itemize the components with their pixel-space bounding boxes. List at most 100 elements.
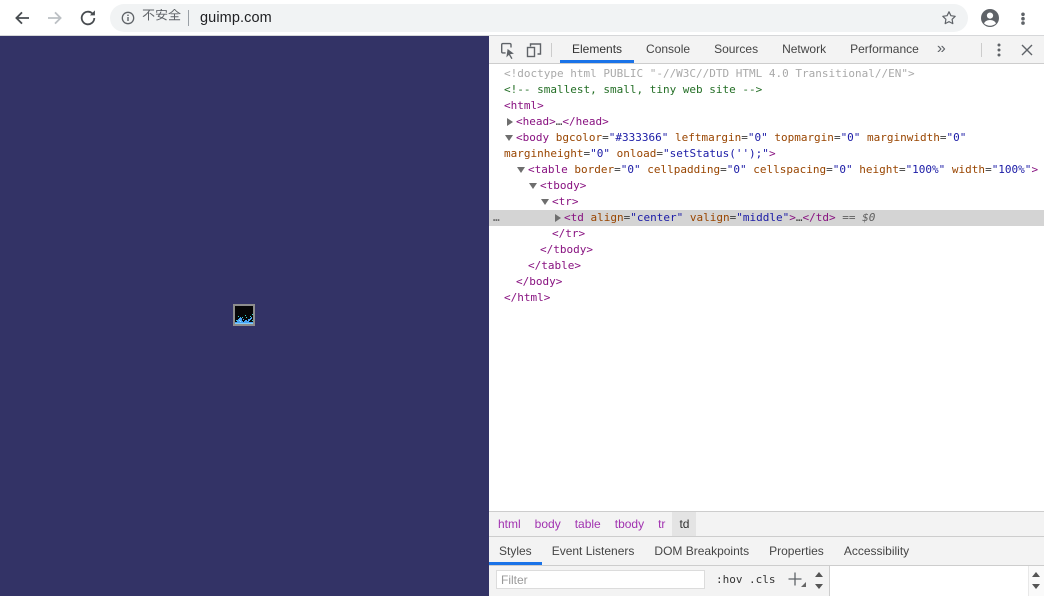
scroll-up-arrow-icon[interactable] <box>1032 572 1040 577</box>
sidebar-tab-styles[interactable]: Styles <box>489 537 542 565</box>
dom-node-text: "0" <box>620 163 641 176</box>
styles-filter-input[interactable] <box>496 570 705 589</box>
devtools-tab-sources[interactable]: Sources <box>702 36 770 63</box>
dom-tree-row-selected[interactable]: … <td align="center" valign="middle">…</t… <box>489 210 1044 226</box>
sidebar-tabs: Styles Event Listeners DOM Breakpoints Prop… <box>489 537 1044 566</box>
dom-node-text: </tbody> <box>540 243 593 256</box>
breadcrumb-item-td[interactable]: td <box>672 512 697 536</box>
dom-tree-row[interactable]: <table border="0" cellpadding="0" cellsp… <box>489 162 1044 178</box>
scrollbar[interactable] <box>1028 566 1044 596</box>
breadcrumb-item-tbody[interactable]: tbody <box>608 512 651 536</box>
dom-node-text: cellspacing <box>746 163 827 176</box>
scroll-up-arrow-icon[interactable] <box>815 572 823 577</box>
dom-node-text: == $0 <box>835 211 876 224</box>
info-icon[interactable] <box>121 11 135 25</box>
devtools-close-button[interactable] <box>1018 41 1036 59</box>
devtools-tabs: Elements Console Sources Network Performance… <box>560 36 952 63</box>
collapse-arrow-icon[interactable] <box>505 135 513 141</box>
node-options-ellipsis[interactable]: … <box>493 210 500 226</box>
url-bar[interactable]: guimp.com <box>110 4 968 32</box>
sidebar-tab-event-listeners[interactable]: Event Listeners <box>542 537 645 565</box>
dom-node-text: cellpadding <box>640 163 721 176</box>
dom-node-text: </tr> <box>552 227 586 240</box>
reload-button[interactable] <box>78 8 98 28</box>
dom-node-text: border <box>567 163 615 176</box>
sidebar-tab-properties[interactable]: Properties <box>759 537 834 565</box>
dom-tree-row[interactable]: <head>…</head> <box>489 114 1044 130</box>
browser-menu-button[interactable] <box>1015 8 1031 28</box>
page-viewport[interactable] <box>0 36 489 596</box>
dom-node-text: <td <box>564 211 584 224</box>
dom-node-text: </table> <box>528 259 581 272</box>
devtools-menu-button[interactable] <box>990 41 1008 59</box>
devtools-tab-network[interactable]: Network <box>770 36 838 63</box>
forward-button[interactable] <box>45 8 65 28</box>
dom-tree-row[interactable]: <tr> <box>489 194 1044 210</box>
sidebar-tab-dom-breakpoints[interactable]: DOM Breakpoints <box>644 537 759 565</box>
scroll-down-arrow-icon[interactable] <box>1032 584 1040 589</box>
long-press-indicator <box>801 582 806 587</box>
dom-node-text: = <box>741 131 748 144</box>
dom-node-text: leftmargin <box>668 131 742 144</box>
kebab-menu-icon <box>1021 12 1025 25</box>
sidebar-tab-accessibility[interactable]: Accessibility <box>834 537 919 565</box>
dom-node-text: onload <box>609 147 657 160</box>
dom-node-text: <body <box>516 131 550 144</box>
bookmark-star-button[interactable] <box>941 10 957 26</box>
collapse-arrow-icon[interactable] <box>529 183 537 189</box>
dom-node-text: <tr> <box>552 195 579 208</box>
dom-tree-row[interactable]: </tr> <box>489 226 1044 242</box>
star-icon <box>942 11 956 25</box>
url-separator <box>188 10 189 26</box>
dom-tree-row[interactable]: </body> <box>489 274 1044 290</box>
devtools-tab-elements[interactable]: Elements <box>560 36 635 63</box>
expand-arrow-icon[interactable] <box>507 118 513 126</box>
dom-node-text: = <box>985 163 992 176</box>
expand-arrow-icon[interactable] <box>555 214 561 222</box>
inspect-element-button[interactable] <box>499 41 517 59</box>
breadcrumb-item-html[interactable]: html <box>491 512 528 536</box>
dom-node-text: "100%" <box>905 163 946 176</box>
breadcrumb-item-body[interactable]: body <box>528 512 568 536</box>
collapse-arrow-icon[interactable] <box>517 167 525 173</box>
dom-tree-row[interactable]: </tbody> <box>489 242 1044 258</box>
forward-arrow-icon <box>48 11 62 25</box>
dom-tree-row[interactable]: <tbody> <box>489 178 1044 194</box>
tiny-site-image[interactable] <box>233 304 255 326</box>
dom-tree-row[interactable]: </html> <box>489 290 1044 306</box>
dom-node-text: <html> <box>504 99 544 112</box>
element-class-toggle[interactable]: .cls <box>749 566 776 594</box>
dom-tree-row[interactable]: <body bgcolor="#333366" leftmargin="0" t… <box>489 130 1044 146</box>
collapse-arrow-icon[interactable] <box>541 199 549 205</box>
dom-node-text: "0" <box>590 147 610 160</box>
dom-node-text: = <box>833 131 841 144</box>
url-host[interactable]: guimp.com <box>200 4 272 32</box>
breadcrumb-item-table[interactable]: table <box>568 512 608 536</box>
styles-toolbar: :hov .cls <box>489 566 829 596</box>
dom-node-text: width <box>945 163 986 176</box>
devtools-tab-console[interactable]: Console <box>634 36 702 63</box>
cjk-not-secure-text <box>142 9 181 21</box>
dom-node-text: = <box>720 163 727 176</box>
dom-tree-row[interactable]: <!-- smallest, small, tiny web site --> <box>489 82 1044 98</box>
dom-tree-row[interactable]: </table> <box>489 258 1044 274</box>
devtools-tab-performance[interactable]: Performance <box>838 36 931 63</box>
toggle-device-toolbar-button[interactable] <box>525 41 543 59</box>
back-arrow-icon <box>15 11 29 25</box>
toolbar-divider <box>551 43 552 57</box>
dom-node-text: = <box>614 163 621 176</box>
dom-tree-row[interactable]: <html> <box>489 98 1044 114</box>
dom-node-text: = <box>939 131 947 144</box>
dom-node-text: <tbody> <box>540 179 587 192</box>
more-tabs-chevron-icon[interactable]: » <box>931 36 952 63</box>
dom-node-text: valign <box>683 211 730 224</box>
profile-avatar-button[interactable] <box>980 8 1000 28</box>
scroll-down-arrow-icon[interactable] <box>815 584 823 589</box>
breadcrumb-item-tr[interactable]: tr <box>651 512 672 536</box>
dom-node-text: > <box>789 211 796 224</box>
pseudo-class-toggle[interactable]: :hov <box>716 566 743 594</box>
back-button[interactable] <box>12 8 32 28</box>
dom-node-text: = <box>656 147 663 160</box>
dom-tree-row[interactable]: marginheight="0" onload="setStatus('');"… <box>489 146 1044 162</box>
dom-tree-row[interactable]: <!doctype html PUBLIC "-//W3C//DTD HTML … <box>489 66 1044 82</box>
